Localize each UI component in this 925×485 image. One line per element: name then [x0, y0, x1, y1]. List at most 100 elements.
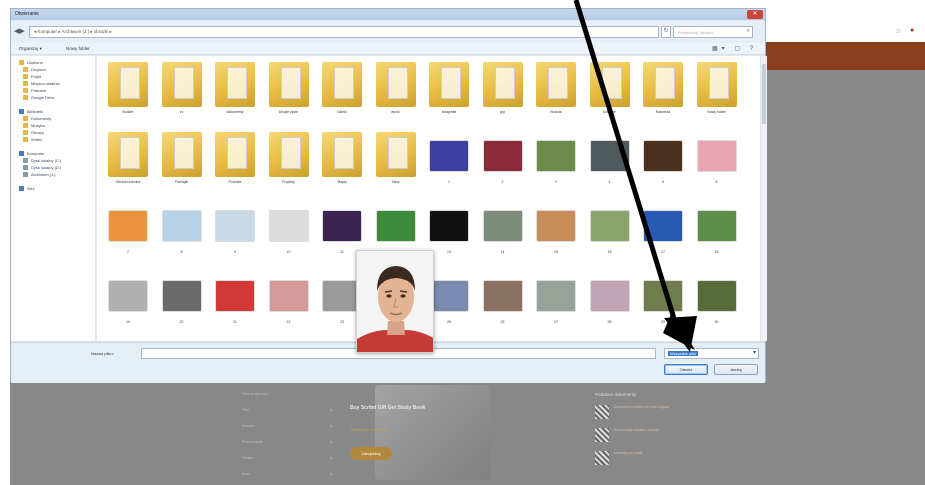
image-file-item[interactable]: 10 [264, 202, 314, 267]
star-icon [19, 60, 24, 65]
nav-item-label: Biblioteki [27, 109, 44, 114]
file-type-select[interactable]: Wszystkie pliki ▾ [664, 348, 759, 359]
related-heading: Podobne dokumenty [595, 392, 637, 397]
related-item[interactable]: Materiały do nauki [595, 451, 715, 465]
image-file-item[interactable]: 21 [210, 272, 260, 337]
nav-item[interactable]: Dokumenty [19, 115, 95, 122]
nav-item[interactable]: Obrazy [19, 129, 95, 136]
folder-item[interactable]: cv [157, 62, 207, 127]
image-file-item[interactable]: 30 [692, 272, 742, 337]
related-item[interactable]: Dokument podobny do pliku zdjęcie [595, 405, 715, 419]
nav-item[interactable]: Dysk lokalny (D:) [19, 164, 95, 171]
image-thumbnail [482, 140, 523, 172]
page-nav-item[interactable]: Strona główna [242, 385, 332, 401]
cancel-button[interactable]: Anuluj [714, 364, 758, 375]
folder-item[interactable]: Projekty [264, 132, 314, 197]
nav-item[interactable]: Ulubione [19, 59, 95, 66]
image-file-item[interactable]: 5 [638, 132, 688, 197]
image-file-item[interactable]: 18 [692, 202, 742, 267]
image-file-item[interactable]: 26 [478, 272, 528, 337]
nav-item-label: Wideo [31, 137, 43, 142]
file-name: 4 [608, 180, 611, 184]
nav-item[interactable]: Komputer [19, 150, 95, 157]
folder-item[interactable]: Obrazki szkolne [103, 132, 153, 197]
menu-icon[interactable]: ● [910, 27, 914, 34]
page-nav-item[interactable]: Inne ◂ [242, 465, 332, 481]
image-file-item[interactable]: 6 [692, 132, 742, 197]
folder-item[interactable]: kolekcje [585, 62, 635, 127]
image-file-item[interactable]: 27 [531, 272, 581, 337]
back-forward-icon[interactable]: ◀▶ [14, 27, 25, 35]
nav-item[interactable]: Sieć [19, 185, 95, 192]
folder-item[interactable]: epoki [371, 62, 421, 127]
image-file-item[interactable]: 1 [424, 132, 474, 197]
folder-item[interactable]: Nowy folder [692, 62, 742, 127]
image-file-item[interactable]: 19 [103, 272, 153, 337]
folder-item[interactable]: Pamiątki [157, 132, 207, 197]
nav-item[interactable]: Biblioteki [19, 108, 95, 115]
image-file-item[interactable]: 29 [638, 272, 688, 337]
scrollbar[interactable] [760, 56, 767, 341]
page-nav-item[interactable]: Pliki ◂ [242, 401, 332, 417]
image-file-item[interactable]: 2 [478, 132, 528, 197]
dialog-title: Otwieranie [15, 11, 39, 17]
folder-item[interactable]: Podróże [210, 132, 260, 197]
image-file-item[interactable]: 17 [638, 202, 688, 267]
page-nav-item[interactable]: Wideo ◂ [242, 449, 332, 465]
open-button[interactable]: Otwórz [664, 364, 708, 375]
image-file-item[interactable]: 7 [103, 202, 153, 267]
nav-item[interactable]: Miejsca ostatnio [19, 80, 95, 87]
dragged-photo-preview[interactable] [356, 250, 434, 353]
new-folder-button[interactable]: Nowy folder [66, 46, 90, 51]
nav-item[interactable]: Google Drive [19, 94, 95, 101]
nav-item[interactable]: Muzyka [19, 122, 95, 129]
refresh-icon[interactable]: ↻ [661, 26, 671, 38]
nav-item[interactable]: Dysk lokalny (C:) [19, 157, 95, 164]
search-input[interactable]: Przeszukaj: obrazki ⌕ [673, 26, 753, 38]
image-thumbnail [429, 140, 469, 172]
image-thumbnail [589, 280, 630, 312]
image-file-item[interactable]: 4 [585, 132, 635, 197]
nav-item-label: Komputer [27, 151, 45, 156]
folder-item[interactable]: Marzenia [638, 62, 688, 127]
image-file-item[interactable]: 3 [531, 132, 581, 197]
folder-item[interactable]: Slajdy [317, 132, 367, 197]
image-file-item[interactable]: 15 [531, 202, 581, 267]
breadcrumb[interactable]: ◂ Komputer ▸ Archiwum (J:) ▸ obrazki ▸ [29, 26, 659, 38]
folder-item[interactable]: historia [531, 62, 581, 127]
search-placeholder: Przeszukaj: obrazki [678, 30, 713, 35]
page-nav-item[interactable]: Prezentacje ◂ [242, 433, 332, 449]
nav-item[interactable]: Pobrane [19, 87, 95, 94]
nav-item[interactable]: Pulpit [19, 73, 95, 80]
file-name: 28 [607, 320, 612, 324]
folder-item[interactable]: Dzieło [317, 62, 367, 127]
nav-item[interactable]: Wideo [19, 136, 95, 143]
image-file-item[interactable]: 8 [157, 202, 207, 267]
promo-button[interactable]: Zarejestruj [350, 447, 392, 460]
related-item[interactable]: Prezentacja szkolna i obrazy [595, 428, 715, 442]
dialog-titlebar[interactable]: Otwieranie ✕ [11, 9, 765, 20]
folder-item[interactable]: gry [478, 62, 528, 127]
folder-item[interactable]: fotografie [424, 62, 474, 127]
folder-item[interactable]: Zima [371, 132, 421, 197]
image-file-item[interactable]: 9 [210, 202, 260, 267]
organize-button[interactable]: Organizuj ▾ [19, 46, 42, 52]
nav-item[interactable]: Archiwum (J:) [19, 171, 95, 178]
page-nav-item[interactable]: Książki ◂ [242, 417, 332, 433]
close-icon[interactable]: ✕ [747, 10, 763, 19]
file-name: 15 [554, 250, 558, 254]
image-file-item[interactable]: 14 [478, 202, 528, 267]
image-file-item[interactable]: 22 [264, 272, 314, 337]
folder-item[interactable]: Drugie życie [264, 62, 314, 127]
folder-item[interactable]: Budżet [103, 62, 153, 127]
nav-item[interactable]: Dropbox [19, 66, 95, 73]
image-file-item[interactable]: 20 [157, 272, 207, 337]
image-thumbnail [536, 280, 576, 312]
scroll-thumb[interactable] [762, 64, 766, 124]
folder-item[interactable]: dokumenty [210, 62, 260, 127]
star-icon[interactable]: ☆ [895, 27, 901, 35]
promo-banner[interactable]: Buy Scribd Gift Get Study Book Pakiet Pl… [350, 385, 490, 485]
view-options-icon[interactable]: ▦▾ ▢ ? [712, 45, 757, 52]
image-file-item[interactable]: 28 [585, 272, 635, 337]
image-file-item[interactable]: 16 [585, 202, 635, 267]
